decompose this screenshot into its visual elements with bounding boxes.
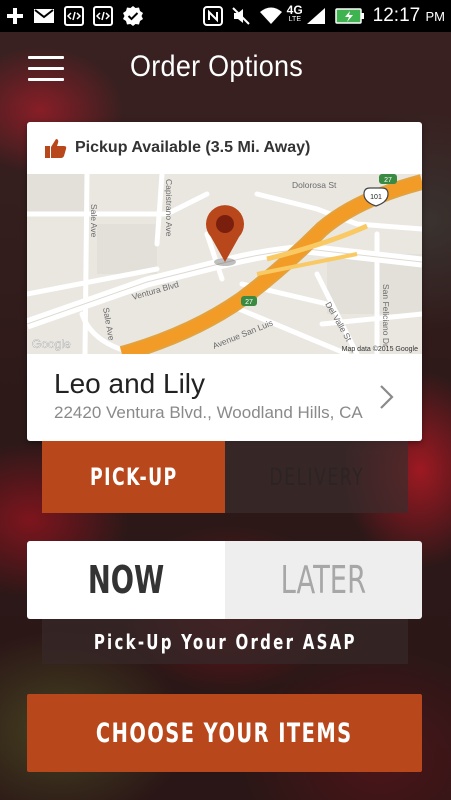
pickup-availability-text: Pickup Available (3.5 Mi. Away) [75,139,311,156]
map-label-dolorosa: Dolorosa St [292,180,337,190]
battery-charging-icon [334,7,365,25]
wifi-icon [259,6,283,26]
code-icon [64,6,84,26]
store-name: Leo and Lily [54,368,206,399]
later-option-label: LATER [280,558,366,602]
delivery-option-label: DELIVERY [269,463,364,491]
shield-27-top-label: 27 [384,177,392,184]
map-label-sale-ave-top: Sale Ave [89,204,99,238]
shield-27-label: 27 [245,299,253,306]
add-icon [6,7,24,25]
choose-items-label: CHOOSE YOUR ITEMS [96,717,353,749]
app-header: Order Options [0,32,451,104]
order-time-toggle: NOW LATER [27,541,422,619]
signal-icon: 4G LTE [287,3,327,26]
now-option[interactable]: NOW [27,541,225,619]
chevron-right-icon [377,382,397,412]
map-label-san-feliciano: San Feliciano Dr [381,284,391,347]
highway-shield-27-top: 27 [379,174,397,184]
order-time-helper: Pick-Up Your Order ASAP [42,619,408,664]
pickup-option[interactable]: PICK-UP [42,441,225,513]
choose-items-button[interactable]: CHOOSE YOUR ITEMS [27,694,422,772]
hamburger-menu-icon[interactable] [28,56,66,82]
pickup-availability: Pickup Available (3.5 Mi. Away) [27,122,422,174]
clock-ampm: PM [425,9,446,24]
code-icon [93,6,113,26]
map-attribution: Map data ©2015 Google [342,345,418,353]
checkmark-icon [122,5,144,27]
later-option[interactable]: LATER [224,541,422,619]
network-sub-label: LTE [288,16,301,23]
clock: 12:17 PM [373,5,445,27]
highway-shield-27: 27 [241,296,257,306]
shield-101-label: 101 [370,194,382,201]
thumbs-up-icon [45,138,67,158]
store-address: 22420 Ventura Blvd., Woodland Hills, CA [54,403,363,422]
page-title: Order Options [130,50,304,83]
order-time-helper-text: Pick-Up Your Order ASAP [93,629,357,654]
store-map[interactable]: Dolorosa St Capistrano Ave Sale Ave Vent… [27,174,422,354]
network-label: 4G [286,3,303,17]
mute-icon [231,6,251,26]
map-label-capistrano: Capistrano Ave [164,179,174,237]
clock-time: 12:17 [372,5,421,26]
store-details-row[interactable]: Leo and Lily 22420 Ventura Blvd., Woodla… [27,354,422,441]
store-card: Pickup Available (3.5 Mi. Away) Dolorosa… [27,122,422,441]
gmail-icon [33,7,55,25]
pickup-option-label: PICK-UP [89,463,178,491]
now-option-label: NOW [87,558,164,602]
nfc-icon [202,6,223,26]
delivery-option[interactable]: DELIVERY [225,441,408,513]
google-logo: Google [32,337,71,351]
status-bar: 4G LTE 12:17 PM [0,0,451,32]
order-mode-toggle: PICK-UP DELIVERY [42,441,408,513]
